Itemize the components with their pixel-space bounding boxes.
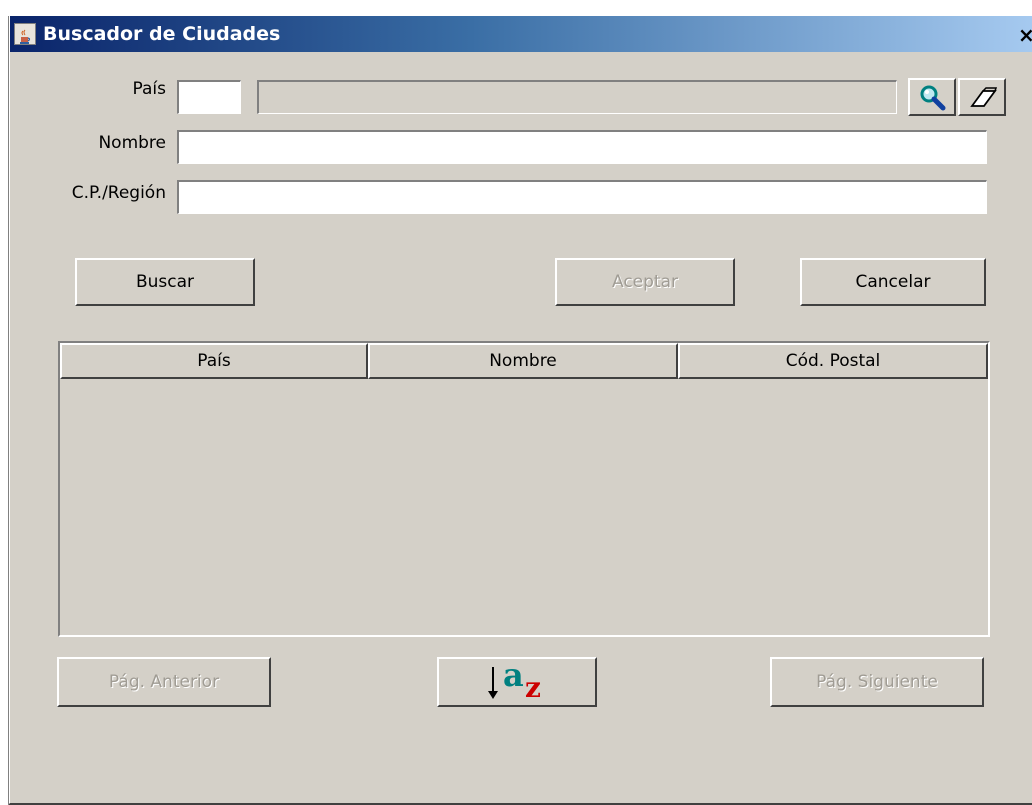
prev-page-button[interactable]: Pág. Anterior [57,657,271,707]
sort-letter-a: a [503,656,524,694]
nombre-input[interactable] [177,130,987,164]
title-bar[interactable]: Buscador de Ciudades × [10,16,1032,52]
column-header-cod-postal[interactable]: Cód. Postal [678,343,988,379]
pais-code-input[interactable] [177,80,241,114]
table-body[interactable] [60,379,988,635]
cp-region-label: C.P./Región [71,183,166,203]
sort-button[interactable]: a z [437,657,597,707]
results-table[interactable]: País Nombre Cód. Postal [58,341,990,637]
window-title: Buscador de Ciudades [43,23,281,45]
sort-letter-z: z [525,671,541,704]
java-cup-icon [14,23,36,45]
pais-name-display [257,80,897,114]
cp-region-input[interactable] [177,180,987,214]
search-pais-button[interactable] [908,78,956,116]
sort-az-icon: a z [485,657,555,705]
city-search-dialog: Buscador de Ciudades × País Nombre C.P./… [8,16,1032,805]
table-header: País Nombre Cód. Postal [60,343,988,379]
next-page-button[interactable]: Pág. Siguiente [770,657,984,707]
nombre-label: Nombre [98,133,166,153]
close-button[interactable]: × [1018,24,1032,46]
magnifier-icon [919,84,947,117]
cancelar-button[interactable]: Cancelar [800,258,986,306]
aceptar-button[interactable]: Aceptar [555,258,735,306]
column-header-pais[interactable]: País [60,343,368,379]
eraser-icon [968,85,998,116]
clear-pais-button[interactable] [958,78,1006,116]
pais-label: País [132,79,167,99]
column-header-nombre[interactable]: Nombre [368,343,678,379]
buscar-button[interactable]: Buscar [75,258,255,306]
